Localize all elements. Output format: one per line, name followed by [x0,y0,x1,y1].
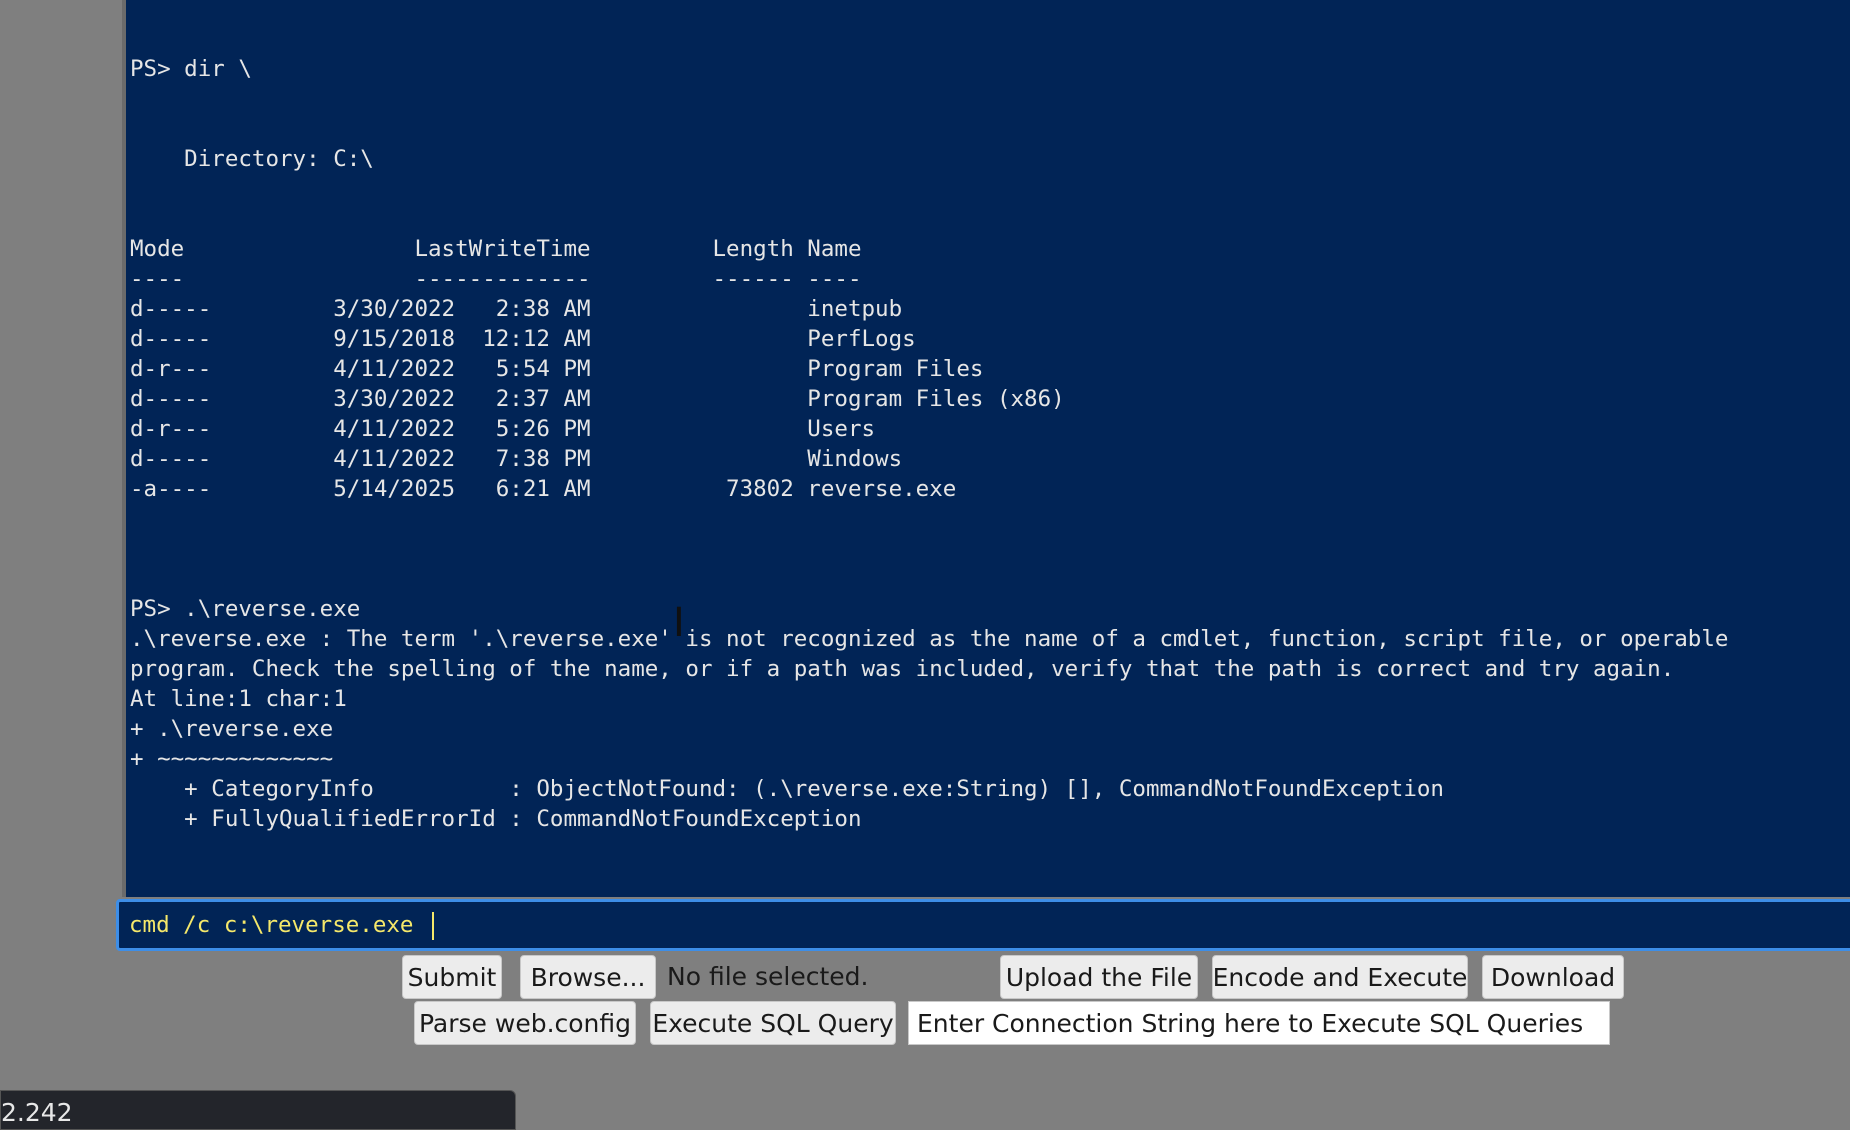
input-caret [432,912,434,940]
browse-button[interactable]: Browse... [520,955,656,999]
download-button[interactable]: Download [1482,955,1624,999]
connection-string-input[interactable]: Enter Connection String here to Execute … [908,1001,1610,1045]
submit-button[interactable]: Submit [402,955,502,999]
status-bar-text: 2.242 [1,1098,73,1127]
parse-webconfig-button[interactable]: Parse web.config [414,1001,636,1045]
command-input[interactable] [116,899,1850,951]
text-cursor-icon: I [673,600,685,646]
status-bar: 2.242 [0,1090,516,1130]
console-output-text: PS> dir \ Directory: C:\ Mode LastWriteT… [130,56,1729,832]
file-status-label: No file selected. [667,962,869,991]
console-output-panel: PS> dir \ Directory: C:\ Mode LastWriteT… [122,0,1850,897]
encode-execute-button[interactable]: Encode and Execute [1212,955,1468,999]
upload-file-button[interactable]: Upload the File [1000,955,1198,999]
execute-sql-button[interactable]: Execute SQL Query [650,1001,896,1045]
